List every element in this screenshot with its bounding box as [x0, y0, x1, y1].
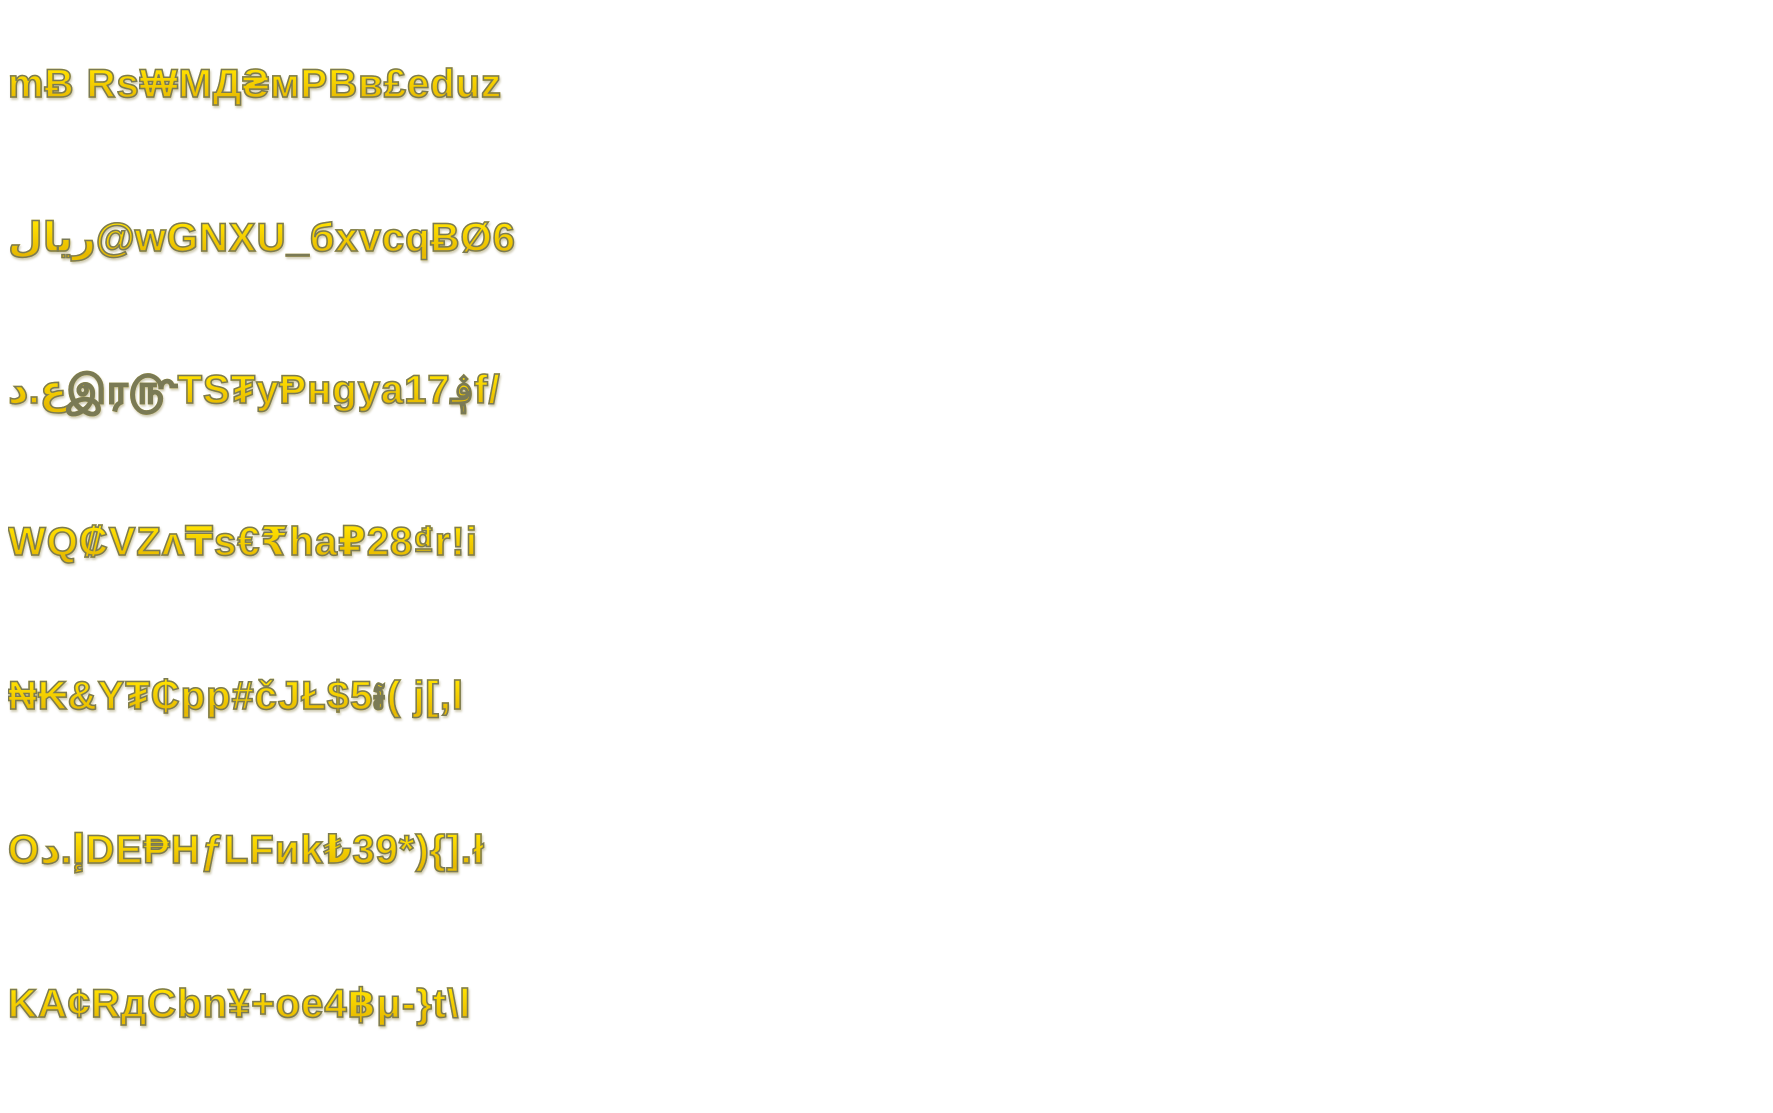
glyph-line-7: KA¢RдCbn¥+oe4฿μ-}t\l [8, 934, 1768, 1074]
glyph-line-3: ع.دஇர௹TS₮yⱣнgya17؋f/ [8, 320, 1768, 460]
glyph-sheet: mɃ Rs₩МД₴мPBв£eduz ريال@wGNXU_бxvcqɃØ6 ع… [0, 0, 1773, 1113]
glyph-line-6: Oإ.دDE₱HƒLFиk₺39*){].ł [8, 780, 1768, 920]
glyph-line-2: ريال@wGNXU_бxvcqɃØ6 [8, 168, 1768, 308]
glyph-line-4: WQ₡VZʌ₸s€₹ha₽28₫r!i [8, 472, 1768, 612]
glyph-line-1: mɃ Rs₩МД₴мPBв£eduz [8, 14, 1768, 154]
glyph-line-5: ₦₭&Y₮₵pp#čJŁ$5៛( j[,l [8, 626, 1768, 766]
